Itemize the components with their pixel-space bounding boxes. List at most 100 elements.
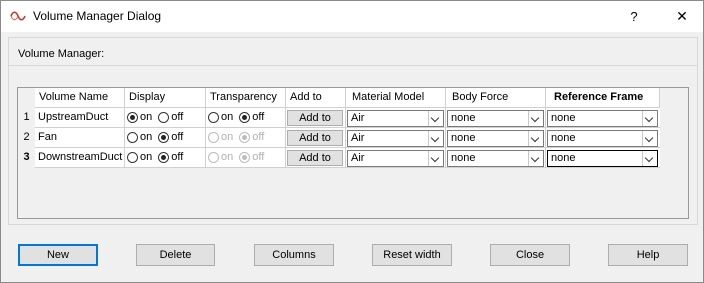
display-on-radio[interactable] (127, 111, 138, 123)
transparency-off-radio[interactable] (239, 111, 251, 123)
add-to-button[interactable]: Add to (287, 150, 343, 166)
group-header: Volume Manager: (8, 37, 698, 66)
chevron-down-icon[interactable] (642, 131, 657, 146)
display-cell: on off (125, 148, 206, 168)
display-off-radio[interactable] (158, 111, 170, 123)
material-model-select[interactable]: Air (347, 130, 444, 147)
help-icon-button[interactable]: ? (619, 1, 649, 32)
new-button[interactable]: New (18, 244, 98, 266)
off-label: off (252, 131, 265, 144)
transparency-on-radio (208, 151, 219, 163)
volume-name-cell[interactable]: DownstreamDuct (35, 148, 125, 168)
close-icon-button[interactable]: ✕ (667, 1, 697, 32)
chevron-down-icon[interactable] (428, 151, 443, 166)
add-to-cell: Add to (286, 128, 346, 148)
body-force-cell: none (446, 108, 546, 128)
row-header-strip (18, 168, 35, 217)
add-to-button[interactable]: Add to (287, 110, 343, 126)
transparency-cell: on off (206, 108, 286, 128)
volume-name-cell[interactable]: UpstreamDuct (35, 108, 125, 128)
display-on-radio[interactable] (127, 151, 138, 163)
window-title: Volume Manager Dialog (33, 9, 162, 23)
ref-frame-value: none (551, 132, 576, 144)
body-force-value: none (451, 152, 476, 164)
group-label: Volume Manager: (18, 48, 105, 60)
body-force-value: none (451, 112, 476, 124)
on-label: on (140, 151, 153, 164)
header-material-model[interactable]: Material Model (346, 88, 446, 108)
volume-manager-window: Volume Manager Dialog ? ✕ Volume Manager… (0, 0, 704, 283)
chevron-down-icon[interactable] (528, 111, 543, 126)
app-icon (10, 11, 26, 21)
off-label: off (171, 151, 184, 164)
material-model-select[interactable]: Air (347, 110, 444, 127)
add-to-button[interactable]: Add to (287, 130, 343, 146)
transparency-cell: on off (206, 148, 286, 168)
off-label: off (252, 151, 265, 164)
body-force-value: none (451, 132, 476, 144)
body-force-select[interactable]: none (447, 130, 544, 147)
material-value: Air (351, 112, 365, 124)
header-reference-frame[interactable]: Reference Frame (546, 88, 660, 108)
transparency-cell: on off (206, 128, 286, 148)
close-button[interactable]: Close (490, 244, 570, 266)
chevron-down-icon[interactable] (528, 151, 543, 166)
ref-frame-cell: none (546, 108, 660, 128)
display-off-radio[interactable] (158, 131, 170, 143)
off-label: off (171, 111, 184, 124)
empty-grid-area (35, 168, 687, 217)
transparency-on-radio[interactable] (208, 111, 219, 123)
header-add-to[interactable]: Add to (286, 88, 346, 108)
body-force-select[interactable]: none (447, 150, 544, 167)
display-on-radio[interactable] (127, 131, 138, 143)
ref-frame-value: none (551, 152, 576, 164)
header-volume-name[interactable]: Volume Name (35, 88, 125, 108)
volume-name-cell[interactable]: Fan (35, 128, 125, 148)
on-label: on (140, 111, 153, 124)
on-label: on (221, 151, 234, 164)
header-display[interactable]: Display (125, 88, 206, 108)
header-body-force[interactable]: Body Force (446, 88, 546, 108)
on-label: on (221, 111, 234, 124)
ref-frame-cell: none (546, 128, 660, 148)
chevron-down-icon[interactable] (428, 111, 443, 126)
chevron-down-icon[interactable] (642, 151, 657, 166)
display-off-radio[interactable] (158, 151, 170, 163)
transparency-off-radio (239, 151, 251, 163)
chevron-down-icon[interactable] (428, 131, 443, 146)
display-cell: on off (125, 128, 206, 148)
volume-table: Volume Name Display Transparency Add to … (17, 87, 689, 219)
row-number: 3 (18, 148, 35, 168)
off-label: off (252, 111, 265, 124)
header-transparency[interactable]: Transparency (206, 88, 286, 108)
add-to-cell: Add to (286, 148, 346, 168)
off-label: off (171, 131, 184, 144)
reset-width-button[interactable]: Reset width (372, 244, 452, 266)
title-bar: Volume Manager Dialog ? ✕ (1, 1, 703, 32)
add-to-cell: Add to (286, 108, 346, 128)
reference-frame-select[interactable]: none (547, 130, 658, 147)
chevron-down-icon[interactable] (528, 131, 543, 146)
material-cell: Air (346, 108, 446, 128)
material-model-select[interactable]: Air (347, 150, 444, 167)
help-button[interactable]: Help (608, 244, 688, 266)
chevron-down-icon[interactable] (642, 111, 657, 126)
ref-frame-cell: none (546, 148, 660, 168)
on-label: on (221, 131, 234, 144)
display-cell: on off (125, 108, 206, 128)
reference-frame-select[interactable]: none (547, 150, 658, 167)
reference-frame-select[interactable]: none (547, 110, 658, 127)
columns-button[interactable]: Columns (254, 244, 334, 266)
transparency-on-radio (208, 131, 219, 143)
corner-cell (18, 88, 35, 108)
body-force-select[interactable]: none (447, 110, 544, 127)
material-value: Air (351, 152, 365, 164)
delete-button[interactable]: Delete (136, 244, 215, 266)
body-force-cell: none (446, 148, 546, 168)
material-cell: Air (346, 128, 446, 148)
ref-frame-value: none (551, 112, 576, 124)
body-force-cell: none (446, 128, 546, 148)
row-number: 2 (18, 128, 35, 148)
transparency-off-radio (239, 131, 251, 143)
material-value: Air (351, 132, 365, 144)
